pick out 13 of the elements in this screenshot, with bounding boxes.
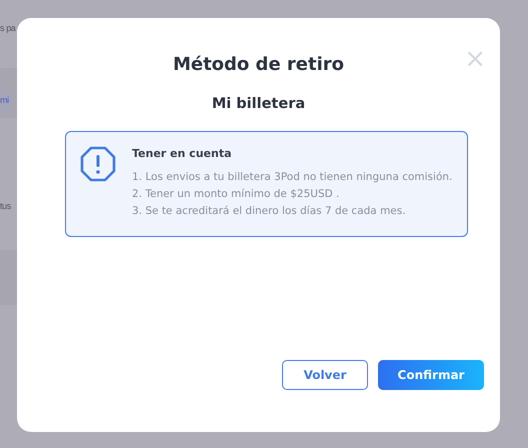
background-link[interactable]: mi	[0, 90, 9, 112]
dialog-subtitle: Mi billetera	[210, 94, 306, 114]
notice-heading: Tener en cuenta	[132, 146, 232, 162]
notice-item: 2. Tener un monto mínimo de $25USD .	[132, 186, 340, 202]
warning-icon	[80, 146, 116, 182]
notice-item: 1. Los envios a tu billetera 3Pod no tienen ninguna comisión.	[132, 170, 452, 185]
dialog-title: Método de retiro	[172, 54, 344, 76]
notice-item: 3. Se te acreditará el dinero los días 7 de cada mes.	[132, 204, 407, 219]
background-panel	[0, 250, 17, 305]
background-text: tus	[0, 200, 11, 213]
background-text: s pa	[0, 22, 16, 35]
back-button[interactable]: Volver	[282, 360, 368, 390]
confirm-button[interactable]: Confirmar	[378, 360, 484, 390]
